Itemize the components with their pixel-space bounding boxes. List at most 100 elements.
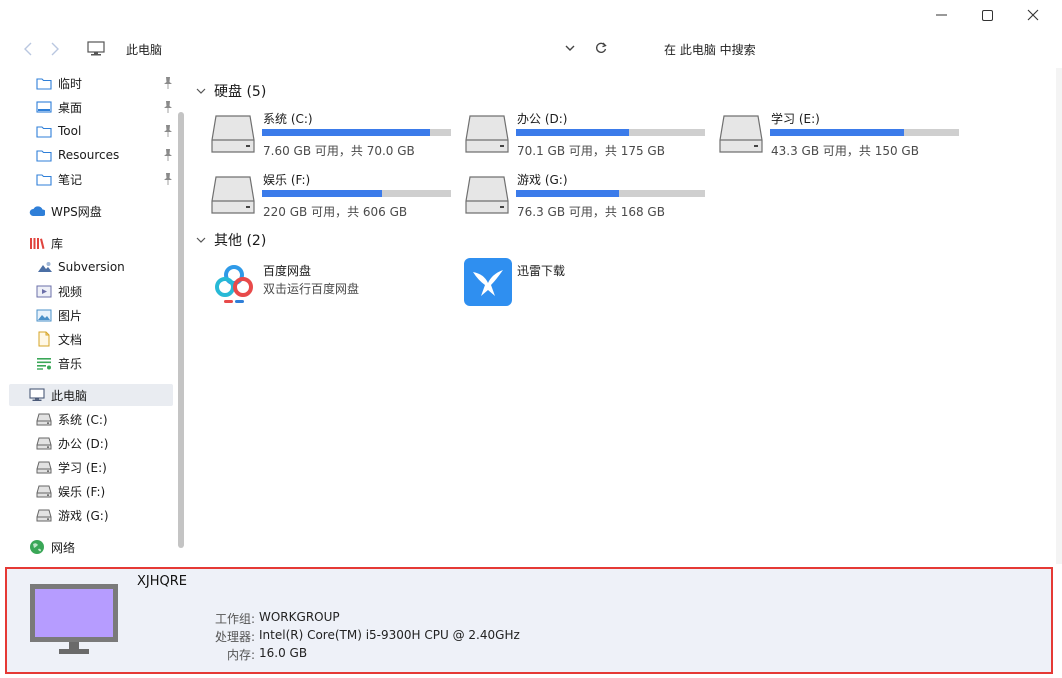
sidebar-item-notes[interactable]: 笔记: [36, 168, 82, 190]
drive-c[interactable]: 系统 (C:) 7.60 GB 可用，共 70.0 GB: [196, 104, 451, 158]
sidebar-item-wps-drive[interactable]: WPS网盘: [29, 200, 102, 222]
sidebar-item-pictures[interactable]: 图片: [36, 304, 82, 326]
pin-icon[interactable]: [162, 76, 174, 90]
processor-row: 处理器:: [7, 628, 255, 644]
sidebar-item-drive-d[interactable]: 办公 (D:): [36, 432, 108, 454]
back-button[interactable]: [20, 40, 36, 58]
details-pane: XJHQRE 工作组: WORKGROUP 处理器: Intel(R) Core…: [5, 567, 1053, 674]
search-input[interactable]: 在 此电脑 中搜索: [664, 41, 756, 58]
app-name: 迅雷下载: [517, 264, 566, 278]
app-xunlei[interactable]: 迅雷下载: [450, 256, 700, 312]
chevron-right-icon: [51, 42, 59, 56]
sidebar-item-temp[interactable]: 临时: [36, 72, 82, 94]
workgroup-value: WORKGROUP: [259, 610, 340, 624]
sidebar-item-video[interactable]: 视频: [36, 280, 82, 302]
drive-capacity: 76.3 GB 可用，共 168 GB: [517, 205, 665, 219]
app-name: 百度网盘: [263, 264, 312, 278]
navigation-pane: 临时 桌面 Tool Resources 笔记 WPS网盘 库 Subversi…: [0, 68, 190, 555]
chevron-left-icon: [24, 42, 32, 56]
computer-name: XJHQRE: [137, 574, 187, 589]
chevron-down-icon: [196, 88, 206, 94]
sidebar-item-subversion[interactable]: Subversion: [36, 256, 125, 278]
sidebar-item-library[interactable]: 库: [29, 232, 63, 254]
refresh-button[interactable]: [594, 41, 608, 58]
memory-row: 内存:: [7, 646, 255, 662]
drive-usage-fill: [262, 129, 431, 136]
document-icon: [36, 331, 52, 347]
drive-usage-fill: [770, 129, 905, 136]
workgroup-row: 工作组:: [7, 610, 255, 626]
drive-g[interactable]: 游戏 (G:) 76.3 GB 可用，共 168 GB: [450, 165, 705, 219]
processor-value: Intel(R) Core(TM) i5-9300H CPU @ 2.40GHz: [259, 628, 520, 642]
drive-e[interactable]: 学习 (E:) 43.3 GB 可用，共 150 GB: [704, 104, 959, 158]
sidebar-item-music[interactable]: 音乐: [36, 352, 82, 374]
sidebar-item-label: Tool: [58, 124, 82, 138]
sidebar-item-label: 临时: [58, 76, 83, 91]
sidebar-item-drive-f[interactable]: 娱乐 (F:): [36, 480, 105, 502]
sidebar-item-label: 视频: [58, 284, 83, 299]
sidebar-item-label: Subversion: [58, 260, 125, 274]
pin-icon[interactable]: [162, 148, 174, 162]
sidebar-item-label: 库: [51, 236, 64, 251]
sidebar-item-label: 此电脑: [51, 388, 88, 403]
xunlei-bird-icon: [464, 258, 512, 306]
pin-icon[interactable]: [162, 124, 174, 138]
hard-drive-icon: [36, 507, 52, 523]
window-edge: [1056, 68, 1062, 564]
drive-f[interactable]: 娱乐 (F:) 220 GB 可用，共 606 GB: [196, 165, 451, 219]
pin-icon[interactable]: [162, 172, 174, 186]
hard-drive-icon: [36, 483, 52, 499]
hard-drive-icon: [210, 114, 256, 157]
drive-usage-fill: [516, 190, 620, 197]
chevron-down-icon: [196, 237, 206, 243]
drive-name: 系统 (C:): [263, 112, 313, 126]
address-bar: 此电脑 在 此电脑 中搜索: [0, 30, 1062, 68]
folder-icon: [36, 171, 52, 187]
forward-button[interactable]: [47, 40, 63, 58]
address-path[interactable]: 此电脑: [126, 41, 162, 58]
sidebar-scrollbar[interactable]: [178, 112, 184, 548]
processor-label: 处理器:: [214, 630, 255, 644]
memory-label: 内存:: [226, 648, 255, 662]
drives-group-header[interactable]: 硬盘 (5): [196, 81, 266, 101]
hard-drive-icon: [464, 114, 510, 157]
sidebar-item-label: 办公 (D:): [58, 436, 109, 451]
sidebar-item-label: 图片: [58, 308, 83, 323]
sidebar-item-documents[interactable]: 文档: [36, 328, 82, 350]
sidebar-item-label: WPS网盘: [51, 204, 102, 219]
maximize-button[interactable]: [964, 0, 1010, 30]
workgroup-label: 工作组:: [214, 612, 255, 626]
app-baidu-netdisk[interactable]: 百度网盘 双击运行百度网盘: [196, 256, 446, 312]
other-group-header[interactable]: 其他 (2): [196, 230, 266, 250]
sidebar-item-drive-e[interactable]: 学习 (E:): [36, 456, 107, 478]
computer-icon: [87, 41, 105, 60]
sidebar-item-label: 桌面: [58, 100, 83, 115]
sidebar-item-desktop[interactable]: 桌面: [36, 96, 82, 118]
maximize-icon: [981, 9, 993, 21]
sidebar-item-drive-g[interactable]: 游戏 (G:): [36, 504, 109, 526]
drive-d[interactable]: 办公 (D:) 70.1 GB 可用，共 175 GB: [450, 104, 705, 158]
subversion-icon: [36, 259, 52, 275]
drive-capacity: 70.1 GB 可用，共 175 GB: [517, 144, 665, 158]
minimize-button[interactable]: [918, 0, 964, 30]
network-globe-icon: [29, 539, 45, 555]
folder-icon: [36, 123, 52, 139]
address-history-dropdown[interactable]: [564, 42, 576, 57]
pin-icon[interactable]: [162, 100, 174, 114]
close-button[interactable]: [1010, 0, 1056, 30]
sidebar-item-label: Resources: [58, 148, 120, 162]
hard-drive-icon: [464, 175, 510, 218]
music-icon: [36, 355, 52, 371]
sidebar-item-resources[interactable]: Resources: [36, 144, 119, 166]
sidebar-item-this-pc[interactable]: 此电脑: [29, 384, 87, 406]
drive-usage-bar: [262, 190, 451, 197]
desktop-icon: [36, 99, 52, 115]
hard-drive-icon: [36, 459, 52, 475]
sidebar-item-tool[interactable]: Tool: [36, 120, 81, 142]
sidebar-item-network[interactable]: 网络: [29, 536, 75, 558]
drive-usage-bar: [516, 129, 705, 136]
drive-usage-fill: [516, 129, 630, 136]
drive-usage-bar: [262, 129, 451, 136]
sidebar-item-drive-c[interactable]: 系统 (C:): [36, 408, 108, 430]
drive-name: 办公 (D:): [517, 112, 568, 126]
